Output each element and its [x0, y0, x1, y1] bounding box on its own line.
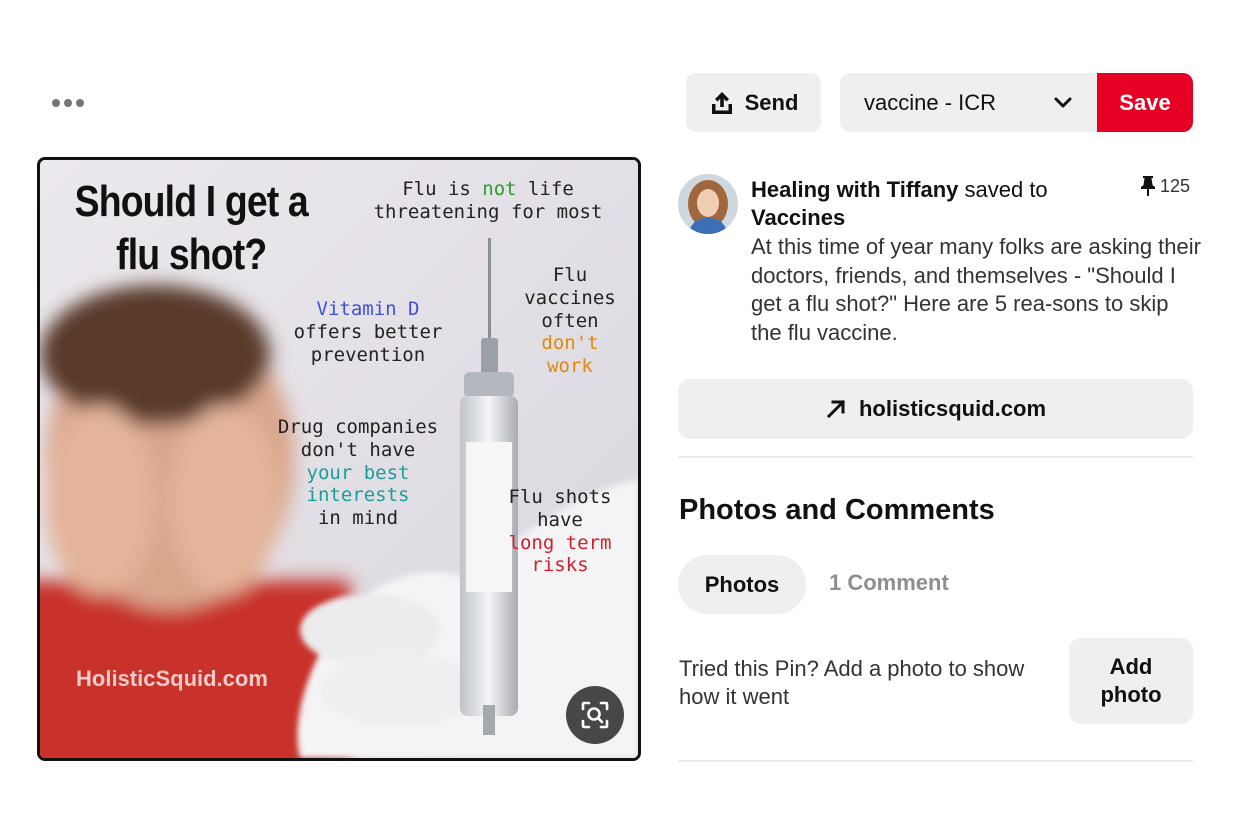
saver-line: Healing with Tiffany saved to Vaccines [751, 176, 1121, 232]
saved-to-text: saved to [958, 177, 1048, 202]
visual-search-icon [581, 701, 609, 729]
board-select[interactable]: vaccine - ICR [840, 73, 1097, 132]
board-link[interactable]: Vaccines [751, 205, 845, 230]
send-label: Send [744, 89, 799, 115]
pin-text-flu-not-life-threatening: Flu is not life threatening for most [373, 178, 603, 223]
pin-image-title: Should I get a flu shot? [74, 177, 309, 279]
image-watermark: HolisticSquid.com [76, 666, 268, 691]
add-photo-button[interactable]: Add photo [1069, 638, 1193, 724]
visual-search-button[interactable] [566, 686, 624, 744]
pin-description: At this time of year many folks are aski… [751, 234, 1201, 345]
pin-count-value: 125 [1160, 175, 1191, 196]
tab-photos[interactable]: Photos [678, 555, 806, 614]
arrow-up-right-icon [826, 399, 846, 419]
pin-text-drug-companies: Drug companies don't have your best inte… [277, 416, 439, 530]
pin-image[interactable]: Should I get a flu shot? Flu is not life… [37, 157, 641, 761]
tab-comments[interactable]: 1 Comment [829, 570, 949, 596]
source-link-button[interactable]: holisticsquid.com [678, 379, 1193, 439]
more-horizontal-icon [52, 99, 84, 107]
pin-count: 125 [1140, 175, 1190, 197]
divider [678, 456, 1193, 458]
saver-name[interactable]: Healing with Tiffany [751, 177, 958, 202]
avatar[interactable] [678, 174, 738, 234]
avatar-image [678, 174, 738, 234]
board-select-value: vaccine - ICR [864, 89, 997, 115]
save-button[interactable]: Save [1097, 73, 1193, 132]
pin-text-long-term-risks: Flu shots have long term risks [508, 486, 612, 577]
chevron-down-icon [1053, 90, 1073, 116]
tried-pin-prompt: Tried this Pin? Add a photo to show how … [679, 656, 1025, 709]
section-title: Photos and Comments [679, 494, 995, 526]
pin-text-vitamin-d: Vitamin D offers better prevention [293, 298, 443, 366]
source-link-label: holisticsquid.com [858, 396, 1047, 421]
share-upload-icon [709, 90, 735, 116]
divider [678, 760, 1193, 762]
pin-text-vaccines-dont-work: Flu vaccines often don't work [524, 264, 616, 378]
pushpin-icon [1141, 176, 1155, 196]
send-button[interactable]: Send [686, 73, 821, 132]
more-options-button[interactable] [48, 90, 88, 116]
